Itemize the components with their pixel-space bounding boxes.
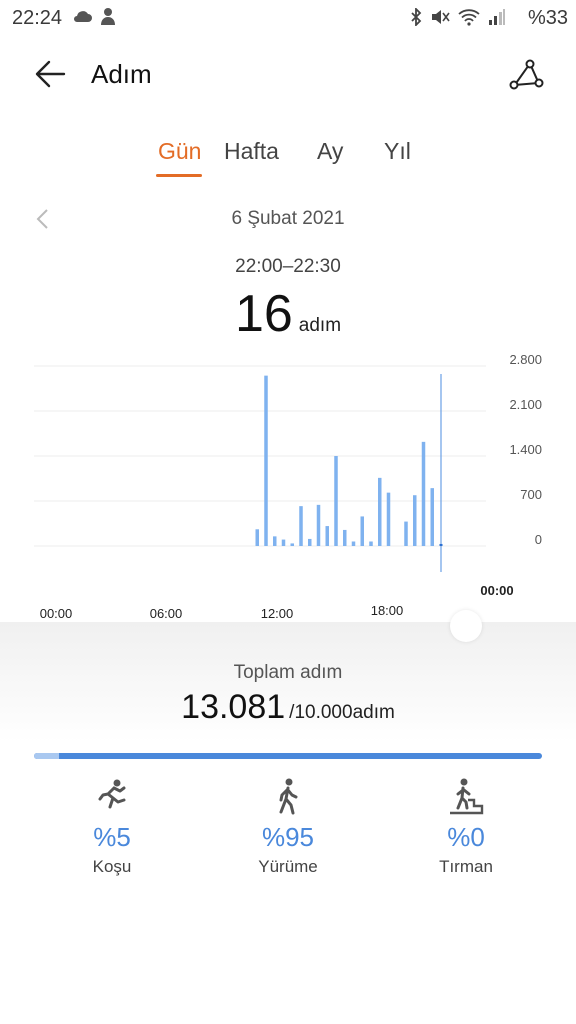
x-tick-label: 12:00 bbox=[261, 606, 294, 621]
walking-icon bbox=[279, 778, 298, 815]
battery-level: %33 bbox=[527, 7, 568, 29]
y-tick-label: 700 bbox=[520, 487, 542, 502]
period-tabs: Gün Hafta Ay Yıl bbox=[0, 138, 576, 182]
chart-bar bbox=[378, 477, 382, 546]
status-bar: 22:24 %33 bbox=[0, 0, 576, 36]
signal-icon bbox=[489, 9, 505, 25]
total-steps: 13.081/10.000adım bbox=[0, 688, 576, 727]
chart-bar bbox=[316, 504, 321, 546]
route-button[interactable] bbox=[506, 54, 546, 94]
chart-bar bbox=[351, 541, 356, 546]
y-tick-label: 1.400 bbox=[509, 442, 542, 457]
climbing-stat: %0 Tırman bbox=[396, 776, 536, 877]
chart-bar bbox=[290, 543, 294, 546]
running-share-fill bbox=[34, 753, 60, 759]
y-tick-label: 2.100 bbox=[509, 397, 542, 412]
running-icon bbox=[98, 779, 126, 809]
running-stat: %5 Koşu bbox=[42, 776, 182, 877]
x-tick-label: 06:00 bbox=[150, 606, 183, 621]
tab-day[interactable]: Gün bbox=[158, 138, 201, 165]
total-steps-label: Toplam adım bbox=[233, 662, 343, 683]
page-title: Adım bbox=[91, 59, 152, 89]
mute-icon bbox=[432, 10, 450, 24]
bluetooth-icon bbox=[411, 8, 422, 26]
selected-step-count: 16 bbox=[234, 285, 293, 343]
chart-bar bbox=[255, 529, 259, 546]
y-tick-label: 2.800 bbox=[509, 352, 542, 367]
climbing-percent: %0 bbox=[447, 822, 485, 852]
x-tick-label: 00:00 bbox=[480, 583, 513, 598]
total-steps-value: 13.081 bbox=[181, 688, 286, 726]
route-icon bbox=[509, 59, 544, 90]
running-label: Koşu bbox=[92, 857, 132, 876]
chart-bar bbox=[369, 541, 373, 546]
climbing-icon bbox=[450, 778, 484, 815]
chart-bar bbox=[308, 538, 312, 546]
x-tick-label: 00:00 bbox=[40, 606, 73, 621]
wifi-icon bbox=[458, 9, 480, 26]
chart-bar bbox=[325, 526, 329, 546]
selected-step-unit: adım bbox=[298, 315, 342, 336]
steps-goal: /10.000adım bbox=[289, 702, 395, 723]
back-button[interactable] bbox=[30, 56, 70, 92]
chart-bar bbox=[273, 536, 277, 546]
walking-label: Yürüme bbox=[258, 857, 318, 876]
active-tab-indicator bbox=[156, 174, 202, 177]
tab-month[interactable]: Ay bbox=[317, 138, 343, 165]
walking-percent: %95 bbox=[261, 822, 315, 852]
chart-bar bbox=[343, 529, 347, 546]
activity-share-bar bbox=[34, 753, 542, 759]
chart-bar bbox=[430, 488, 434, 546]
steps-chart[interactable]: 2.800 2.100 1.400 700 0 00:00 06:00 12:00 18:00 0… bbox=[0, 340, 576, 630]
chart-bar bbox=[334, 456, 338, 546]
x-tick-label: 18:00 bbox=[371, 603, 404, 618]
chart-bar bbox=[386, 492, 391, 546]
chart-bar bbox=[421, 441, 426, 546]
chart-bar bbox=[281, 539, 286, 546]
chart-bar bbox=[404, 521, 408, 546]
chart-bar bbox=[299, 506, 303, 546]
selected-value: 16 adım bbox=[0, 284, 576, 344]
climbing-label: Tırman bbox=[439, 857, 493, 876]
arrow-left-icon bbox=[35, 60, 66, 88]
selected-date: 6 Şubat 2021 bbox=[231, 208, 345, 229]
chart-bar bbox=[264, 375, 268, 546]
app-header: Adım bbox=[0, 50, 576, 98]
person-icon bbox=[101, 8, 115, 25]
y-tick-label: 0 bbox=[535, 532, 542, 547]
running-percent: %5 bbox=[93, 822, 131, 852]
cloud-icon bbox=[74, 11, 92, 22]
selected-time-range: 22:00–22:30 bbox=[235, 256, 341, 277]
chart-bar bbox=[413, 495, 417, 546]
chart-bar-selected bbox=[439, 543, 443, 546]
status-time: 22:24 bbox=[12, 7, 63, 29]
summary-panel: Toplam adım 13.081/10.000adım %5 Koşu %9… bbox=[0, 622, 576, 1024]
chart-bar bbox=[360, 516, 364, 546]
chart-scrubber-handle[interactable] bbox=[450, 610, 482, 642]
tab-week[interactable]: Hafta bbox=[224, 138, 279, 165]
walking-stat: %95 Yürüme bbox=[218, 776, 358, 877]
tab-year[interactable]: Yıl bbox=[384, 138, 411, 165]
